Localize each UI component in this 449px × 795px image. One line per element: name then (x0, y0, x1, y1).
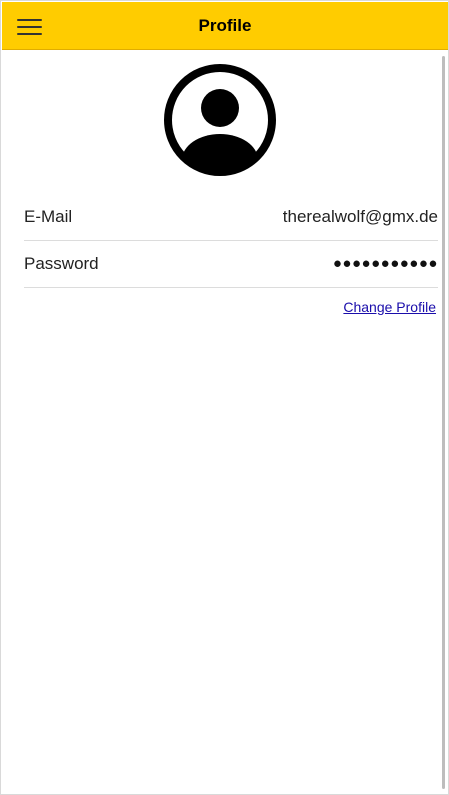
email-label: E-Mail (24, 207, 73, 226)
app-frame: Profile E-Mail therealwolf@gmx.de Passwo… (0, 0, 449, 795)
user-avatar-icon (162, 62, 278, 178)
scrollbar-thumb[interactable] (442, 56, 445, 789)
app-bar: Profile (2, 2, 448, 50)
page-title: Profile (198, 16, 252, 35)
change-profile-link[interactable]: Change Profile (343, 299, 436, 315)
password-label: Password (24, 254, 99, 273)
email-value: therealwolf@gmx.de (282, 207, 438, 226)
email-row: E-Mail therealwolf@gmx.de (24, 194, 438, 241)
password-value: ●●●●●●●●●●● (332, 255, 438, 272)
password-row: Password ●●●●●●●●●●● (24, 241, 438, 288)
